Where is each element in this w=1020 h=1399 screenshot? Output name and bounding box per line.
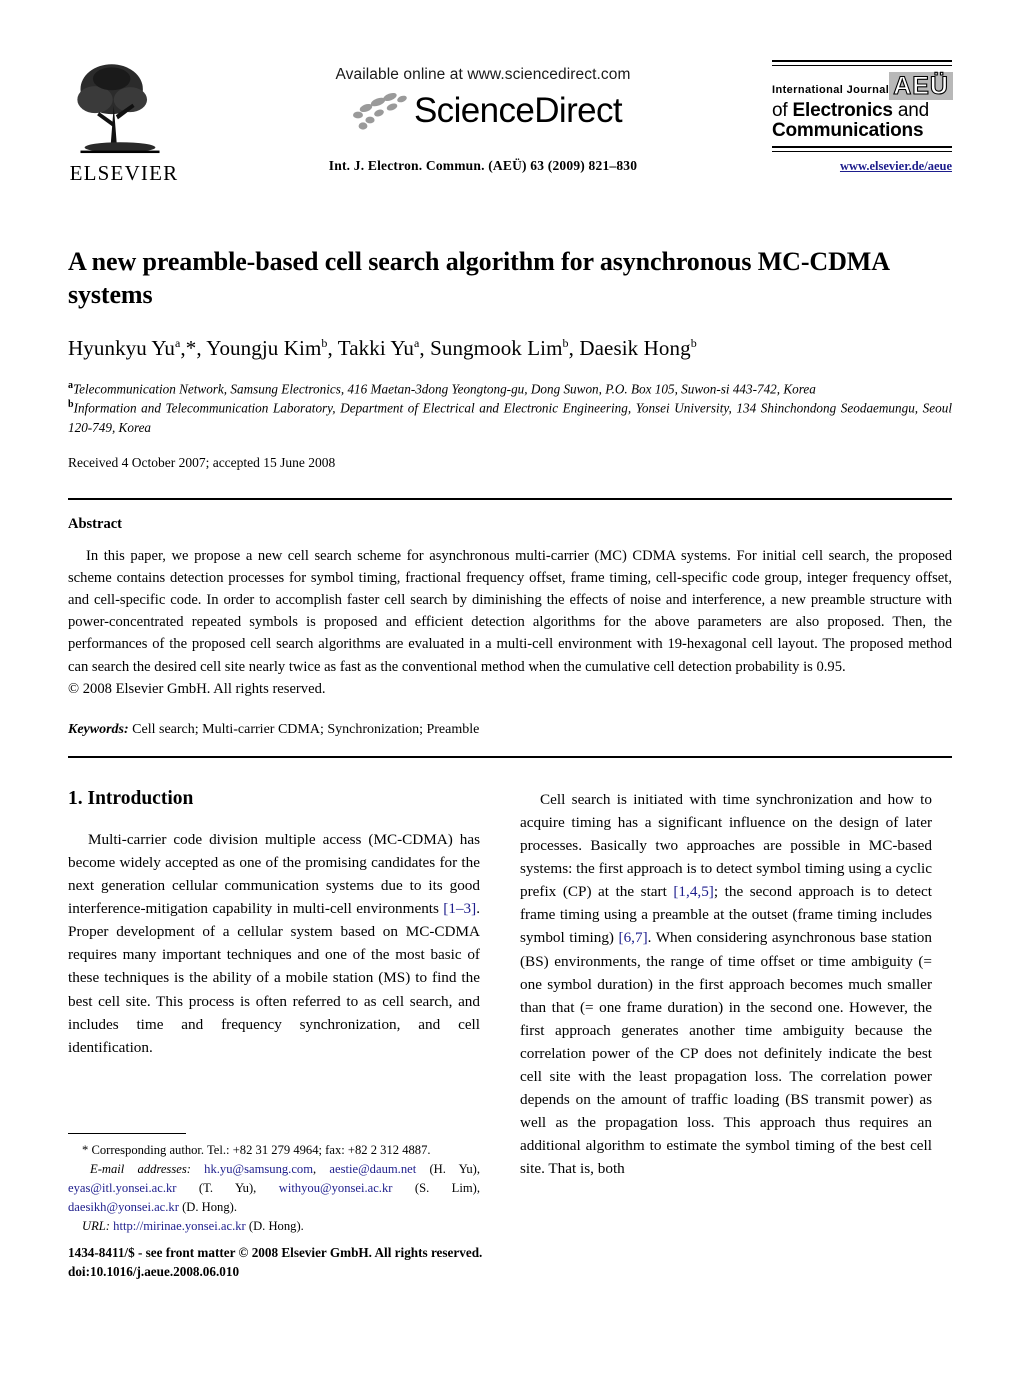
affiliation-a: aTelecommunication Network, Samsung Elec…	[68, 379, 816, 396]
page-title: A new preamble-based cell search algorit…	[68, 247, 889, 309]
sciencedirect-logo: ScienceDirect	[283, 90, 683, 132]
sciencedirect-swoosh-icon	[352, 93, 407, 130]
keywords: Keywords: Cell search; Multi-carrier CDM…	[68, 722, 952, 738]
elsevier-wordmark: ELSEVIER	[69, 161, 179, 185]
footer-doi: doi:10.1016/j.aeue.2008.06.010	[68, 1263, 240, 1279]
elsevier-tree-icon	[77, 64, 160, 154]
article-history: Received 4 October 2007; accepted 15 Jun…	[68, 454, 336, 470]
url-note: URL: http://mirinae.yonsei.ac.kr (D. Hon…	[68, 1217, 480, 1236]
footnotes: * Corresponding author. Tel.: +82 31 279…	[68, 1133, 480, 1235]
journal-citation: Int. J. Electron. Commun. (AEÜ) 63 (2009…	[328, 158, 638, 173]
elsevier-logo: ELSEVIER	[68, 58, 180, 184]
affiliation-b: bInformation and Telecommunication Labor…	[68, 399, 952, 435]
title-block: A new preamble-based cell search algorit…	[68, 246, 952, 471]
journal-article-page: ELSEVIER Available online at www.science…	[0, 48, 1020, 1399]
email-label: E-mail addresses:	[90, 1161, 191, 1176]
abstract-copyright: © 2008 Elsevier GmbH. All rights reserve…	[68, 680, 326, 697]
email-addresses-note: E-mail addresses: hk.yu@samsung.com, aes…	[68, 1160, 480, 1217]
affiliations: aTelecommunication Network, Samsung Elec…	[68, 379, 952, 437]
footnote-separator-rule	[68, 1133, 186, 1134]
abstract-heading: Abstract	[68, 515, 122, 532]
aeu-of-text: of	[772, 99, 788, 121]
aeu-communications-text: Communications	[772, 120, 924, 142]
author-homepage-link[interactable]: http://mirinae.yonsei.ac.kr	[113, 1219, 246, 1233]
author-list: Hyunkyu Yua,*, Youngju Kimb, Takki Yua, …	[68, 335, 697, 360]
abstract-bottom-rule	[68, 755, 952, 758]
body-columns: 1. Introduction Multi-carrier code divis…	[68, 788, 952, 1181]
abstract-text: In this paper, we propose a new cell sea…	[68, 547, 952, 675]
aeu-logo-line2: of Electronics and	[772, 99, 952, 121]
aeu-logo-row: International Journal AEÜ	[772, 72, 953, 100]
available-online-text: Available online at www.sciencedirect.co…	[335, 66, 631, 83]
aeu-electronics-text: Electronics	[792, 99, 893, 121]
intro-paragraph-left: Multi-carrier code division multiple acc…	[68, 830, 480, 1056]
url-label: URL:	[82, 1218, 110, 1233]
aeu-badge: AEÜ	[889, 72, 953, 100]
aeu-journal-logo: International Journal AEÜ of Electronics…	[772, 60, 953, 174]
sciencedirect-wordmark: ScienceDirect	[413, 91, 623, 130]
logo-rule-bottom	[772, 146, 952, 153]
journal-website-link[interactable]: www.elsevier.de/aeue	[772, 159, 952, 174]
abstract-top-rule	[68, 497, 952, 500]
footer-front-matter: 1434-8411/$ - see front matter © 2008 El…	[68, 1245, 483, 1260]
logo-rule-top	[772, 60, 952, 66]
keywords-value: Cell search; Multi-carrier CDMA; Synchro…	[132, 721, 480, 737]
page-footer: 1434-8411/$ - see front matter © 2008 El…	[68, 1244, 538, 1281]
aeu-and-text: and	[897, 99, 929, 121]
corresponding-author-note: * Corresponding author. Tel.: +82 31 279…	[82, 1143, 431, 1157]
intro-paragraph-right: Cell search is initiated with time synch…	[520, 790, 932, 1178]
section-heading-introduction: 1. Introduction	[68, 787, 194, 809]
left-column: 1. Introduction Multi-carrier code divis…	[68, 788, 480, 1181]
abstract-section: Abstract In this paper, we propose a new…	[68, 516, 952, 738]
aeu-badge-text: AEÜ	[893, 72, 949, 100]
sciencedirect-block: Available online at www.sciencedirect.co…	[283, 66, 683, 132]
masthead: ELSEVIER Available online at www.science…	[68, 48, 953, 208]
right-column: Cell search is initiated with time synch…	[520, 788, 932, 1181]
aeu-international-journal-text: International Journal	[772, 83, 890, 96]
keywords-label: Keywords:	[68, 721, 129, 737]
url-attribution: (D. Hong).	[248, 1218, 304, 1233]
